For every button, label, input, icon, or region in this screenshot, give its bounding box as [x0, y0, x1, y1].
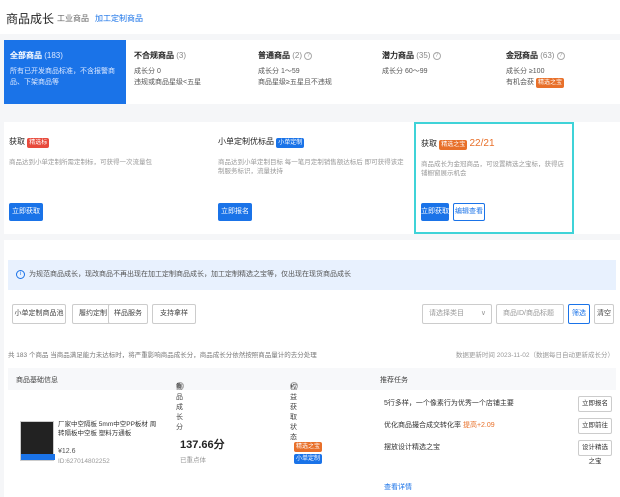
task-badge: 精选标 — [27, 138, 50, 148]
category-line: 违规或商品星级<五星 — [134, 79, 202, 87]
help-icon[interactable]: ? — [290, 382, 298, 390]
category-count: (183) — [44, 51, 63, 60]
rec-signup-button[interactable]: 立即报名 — [578, 396, 612, 412]
col-product: 商品基础信息 — [16, 377, 58, 384]
growth-score: 137.66分 — [180, 439, 225, 451]
task-badge: 精选之宝 — [439, 140, 468, 150]
category-line: 成长分 ≥100 — [506, 68, 545, 76]
get-now-button[interactable]: 立即获取 — [421, 203, 449, 221]
search-button[interactable]: 筛选 — [568, 304, 590, 324]
rec-text: 优化商品撮合成交转化率 — [384, 422, 461, 429]
notice-text: 为规范商品成长，现改商品不再出现在加工定制商品成长，加工定制精选之宝等，仅出现在… — [29, 271, 351, 278]
category-name: 全部商品 — [10, 51, 42, 60]
rec-goto-button[interactable]: 立即前往 — [578, 418, 612, 434]
category-line: 成长分 60～99 — [382, 68, 428, 76]
rec-task-3: 摆放设计精选之宝 — [384, 444, 440, 451]
page-header: 商品成长 工业商品 加工定制商品 — [0, 0, 620, 34]
task-title: 获取 — [421, 139, 437, 148]
product-name[interactable]: 厂家中空隔板 5mm中空PP板材 周转隔板中空板 塑料万通板 — [58, 421, 158, 439]
category-line: 商品星级≥五星且不违规 — [258, 79, 332, 87]
view-details-link[interactable]: 查看详情 — [384, 482, 412, 492]
task-desc: 商品达到小单定制目标 每一笔月定制销售额达标后 即可获得该定制服务标识，流量扶持 — [218, 159, 404, 176]
search-input[interactable]: 商品ID/商品标题 — [496, 304, 564, 324]
category-count: (35) — [416, 51, 431, 60]
help-icon[interactable]: ? — [432, 51, 441, 60]
clear-button[interactable]: 清空 — [594, 304, 614, 324]
rec-extra: 提高+2.09 — [462, 422, 495, 429]
table-header: 商品基础信息 商品成长分 ? ⇅ 权益获取状态 ? 推荐任务 — [8, 368, 616, 441]
edit-view-button[interactable]: 编辑查看 — [453, 203, 485, 221]
summary-text: 共 183 个商品 当商品满足能力未达标时，将严重影响商品成长分，商品成长分依然… — [8, 352, 317, 359]
category-count: (3) — [176, 51, 187, 60]
category-all[interactable]: 全部商品 (183) 所有已开发商品标准，不含报警商品、下架商品等 — [4, 40, 126, 104]
info-icon: i — [16, 269, 25, 279]
chevron-down-icon: ∨ — [480, 310, 486, 317]
filter-small-custom[interactable]: 小单定制商品池 — [12, 304, 66, 324]
rec-task-1: 5行多样，一个像素行为优秀一个店铺主要 — [384, 400, 514, 407]
category-name: 潜力商品 — [382, 51, 414, 60]
product-id: ID:627014802252 — [58, 458, 110, 465]
task-desc: 商品成长为金冠商品，可设置精选之宝标，获得店铺橱窗展示机会 — [421, 161, 564, 178]
tab-industry[interactable]: 工业商品 — [57, 13, 89, 24]
category-noncompliant[interactable]: 不合规商品 (3) 成长分 0 违规或商品星级<五星 — [128, 40, 248, 104]
category-select[interactable]: 请选择类目 ∨ — [422, 304, 492, 324]
task-cards: 获取 精选标 商品达到小单定制所需定制标，可获得一次流量包 立即获取 小单定制优… — [4, 122, 620, 234]
rights-badge-custom: 小单定制 — [294, 454, 323, 464]
category-count: (63) — [540, 51, 555, 60]
sort-icon[interactable]: ⇅ — [176, 382, 182, 390]
category-line: 成长分 1～59 — [258, 68, 300, 76]
select-placeholder: 请选择类目 — [429, 310, 464, 317]
page-title: 商品成长 — [6, 12, 55, 26]
score-status: 已重点体 — [180, 457, 206, 464]
task-badge: 小单定制 — [276, 138, 305, 148]
category-count: (2) — [292, 51, 303, 60]
rec-task-2: 优化商品撮合成交转化率 提高+2.09 — [384, 420, 495, 430]
col-recommend: 推荐任务 — [380, 377, 408, 384]
filter-sample[interactable]: 样品服务 — [108, 304, 148, 324]
category-name: 金冠商品 — [506, 51, 538, 60]
category-name: 普通商品 — [258, 51, 290, 60]
task-title: 小单定制优标品 — [218, 137, 274, 146]
product-thumbnail[interactable] — [20, 421, 55, 461]
category-cards: 全部商品 (183) 所有已开发商品标准，不含报警商品、下架商品等 不合规商品 … — [4, 40, 620, 104]
category-potential[interactable]: 潜力商品 (35) ? 成长分 60～99 — [376, 40, 496, 104]
notice-banner: i 为规范商品成长，现改商品不再出现在加工定制商品成长，加工定制精选之宝等，仅出现… — [8, 260, 616, 290]
rec-design-button[interactable]: 设计精选之宝 — [578, 440, 612, 465]
category-line: 成长分 0 — [134, 68, 161, 76]
get-now-button[interactable]: 立即获取 — [9, 203, 43, 221]
task-card-2: 小单定制优标品 小单定制 商品达到小单定制目标 每一笔月定制销售额达标后 即可获… — [213, 122, 413, 234]
help-icon[interactable]: ? — [304, 51, 313, 60]
task-card-3: 获取 精选之宝 22/21 商品成长为金冠商品，可设置精选之宝标，获得店铺橱窗展… — [414, 122, 574, 234]
task-progress: 22/21 — [469, 138, 495, 149]
input-placeholder: 商品ID/商品标题 — [503, 310, 554, 317]
help-icon[interactable]: ? — [556, 51, 565, 60]
category-line: 有机会获 — [506, 79, 534, 87]
category-normal[interactable]: 普通商品 (2) ? 成长分 1～59 商品星级≥五星且不违规 — [252, 40, 372, 104]
task-title: 获取 — [9, 137, 25, 146]
filter-sample-take[interactable]: 支持拿样 — [152, 304, 196, 324]
product-price: ¥12.6 — [58, 448, 76, 455]
category-gold[interactable]: 金冠商品 (63) ? 成长分 ≥100 有机会获 精选之宝 — [500, 40, 620, 104]
product-list-panel: i 为规范商品成长，现改商品不再出现在加工定制商品成长，加工定制精选之宝等，仅出现… — [4, 240, 620, 497]
category-desc: 所有已开发商品标准，不含报警商品、下架商品等 — [10, 68, 115, 87]
tab-custom[interactable]: 加工定制商品 — [95, 13, 143, 24]
table-row: 厂家中空隔板 5mm中空PP板材 周转隔板中空板 塑料万通板 ¥12.6 ID:… — [8, 396, 616, 497]
task-card-1: 获取 精选标 商品达到小单定制所需定制标，可获得一次流量包 立即获取 — [4, 122, 209, 234]
category-name: 不合规商品 — [134, 51, 174, 60]
jingxuan-badge: 精选之宝 — [535, 78, 564, 89]
rights-badge-jingxuan: 精选之宝 — [294, 442, 323, 452]
signup-now-button[interactable]: 立即报名 — [218, 203, 252, 221]
task-desc: 商品达到小单定制所需定制标，可获得一次流量包 — [9, 159, 152, 166]
updated-text: 数据更新时间 2023-11-02（数据每日自动更新成长分） — [455, 352, 614, 359]
